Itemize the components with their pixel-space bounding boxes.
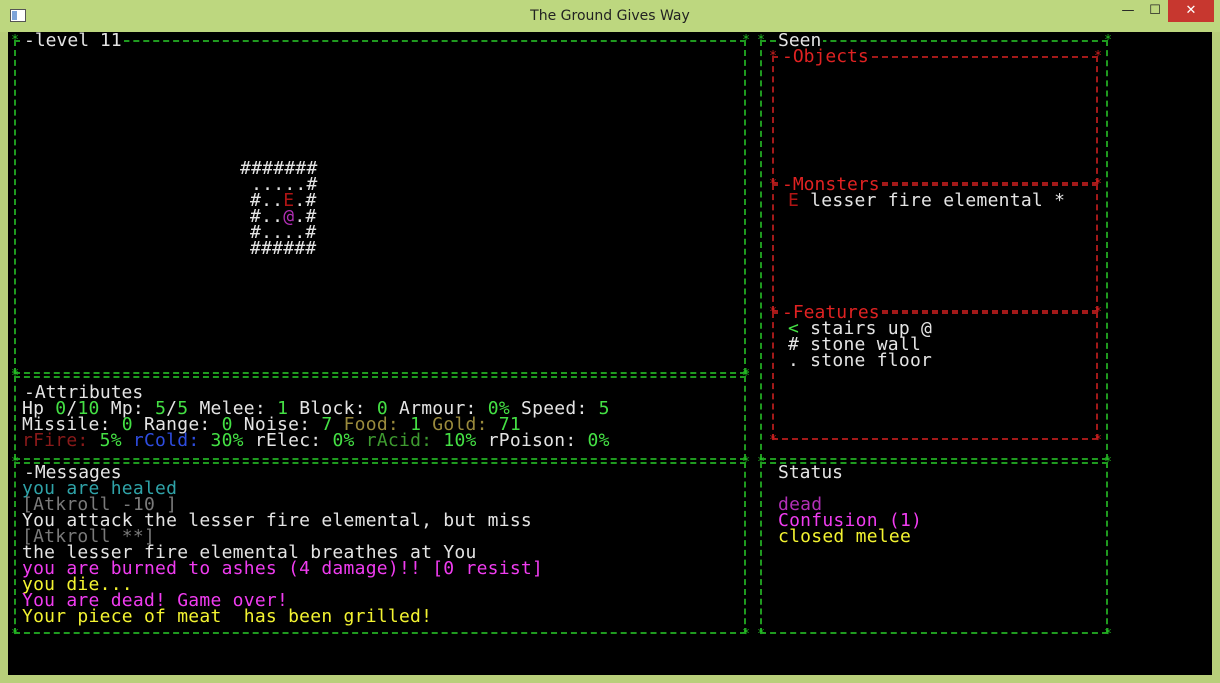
attributes-row-3: rFire: 5% rCold: 30% rElec: 0% rAcid: 10… xyxy=(22,430,610,451)
monster-name: lesser fire elemental xyxy=(799,190,1055,211)
objects-frame xyxy=(772,56,1098,184)
rcold-value: 30% xyxy=(210,430,244,451)
maximize-button[interactable]: ☐ xyxy=(1142,0,1168,22)
frame-corner: * xyxy=(1104,33,1112,48)
map-level-label: level 11 xyxy=(34,32,122,51)
frame-corner: * xyxy=(11,33,19,48)
frame-corner: * xyxy=(742,627,750,642)
frame-corner: * xyxy=(742,33,750,48)
speed-value: 5 xyxy=(598,398,610,419)
frame-corner: * xyxy=(769,177,777,192)
monster-glyph: E xyxy=(788,190,800,211)
window-title: The Ground Gives Way xyxy=(530,8,690,24)
frame-corner: * xyxy=(757,455,765,470)
frame-corner: * xyxy=(769,433,777,448)
frame-corner: * xyxy=(757,33,765,48)
map-title: -level 11 xyxy=(22,32,124,51)
frame-corner: * xyxy=(769,49,777,64)
status-title: Status xyxy=(776,462,846,483)
objects-title: -Objects xyxy=(780,46,871,67)
seen-monster-item[interactable]: E lesser fire elemental * xyxy=(788,190,1066,211)
frame-corner: * xyxy=(11,627,19,642)
frame-corner: * xyxy=(742,369,750,384)
status-closed-melee: closed melee xyxy=(778,526,912,547)
frame-corner: * xyxy=(1094,433,1102,448)
message-line: Your piece of meat has been grilled! xyxy=(22,606,433,627)
map-frame xyxy=(14,40,746,374)
floor-glyph: . xyxy=(788,350,800,371)
rpoison-value: 0% xyxy=(587,430,610,451)
racid-value: 10% xyxy=(443,430,477,451)
frame-corner: * xyxy=(1094,305,1102,320)
minimize-button[interactable]: — xyxy=(1114,0,1142,22)
frame-corner: * xyxy=(1104,627,1112,642)
objects-label: Objects xyxy=(792,46,869,67)
map-row: ###### xyxy=(250,238,317,259)
game-window: The Ground Gives Way — ☐ ✕ * * * * -leve… xyxy=(0,0,1220,683)
frame-corner: * xyxy=(1104,455,1112,470)
frame-corner: * xyxy=(742,455,750,470)
monster-mark: * xyxy=(1054,190,1066,211)
rfire-value: 5% xyxy=(99,430,122,451)
frame-corner: * xyxy=(11,455,19,470)
frame-corner: * xyxy=(11,369,19,384)
frame-corner: * xyxy=(1094,49,1102,64)
title-bar[interactable]: The Ground Gives Way — ☐ ✕ xyxy=(0,0,1220,32)
frame-corner: * xyxy=(757,627,765,642)
close-button[interactable]: ✕ xyxy=(1168,0,1214,22)
frame-corner: * xyxy=(1094,177,1102,192)
feature-item-stone-floor[interactable]: . stone floor xyxy=(788,350,932,371)
relec-value: 0% xyxy=(332,430,355,451)
status-frame xyxy=(760,462,1108,634)
frame-corner: * xyxy=(769,305,777,320)
terminal-screen[interactable]: * * * * -level 11 ####### .....# #..E.# … xyxy=(8,32,1212,675)
